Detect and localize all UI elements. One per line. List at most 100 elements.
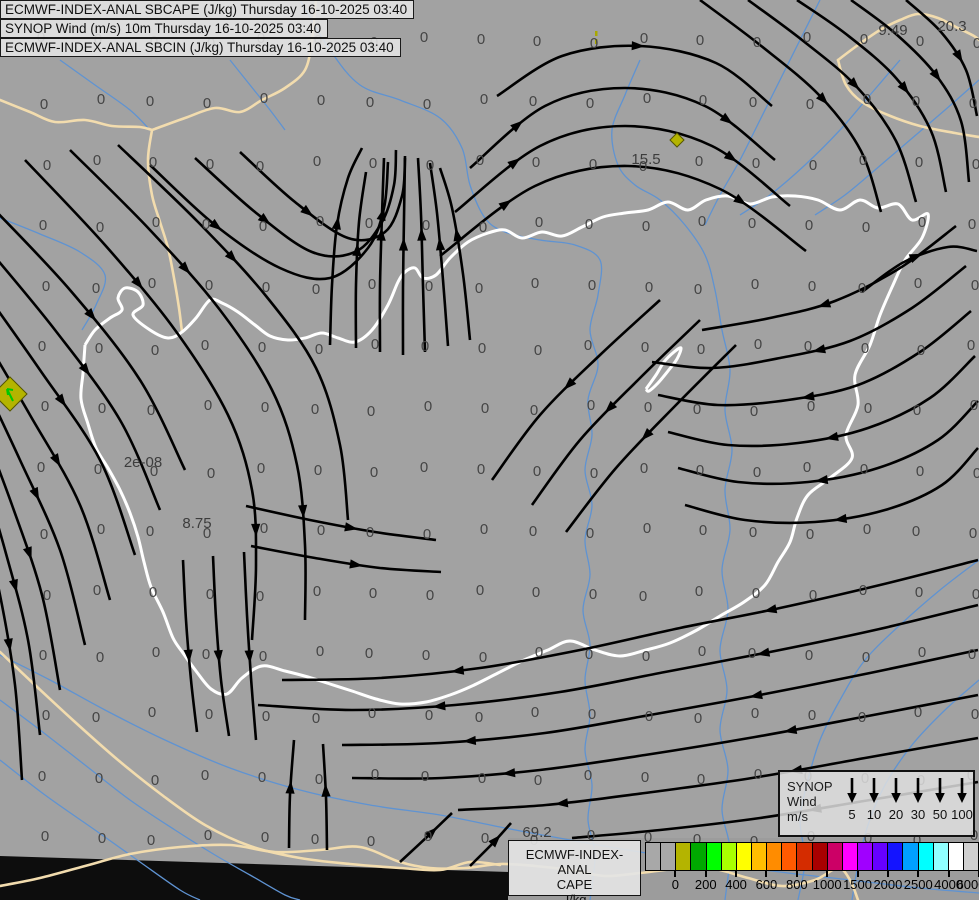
grid-zero-value: 0 [479,649,487,666]
grid-zero-value: 0 [969,95,977,112]
station-value: 2e-08 [124,454,162,471]
grid-zero-value: 0 [750,403,758,420]
synop-legend-title-line2: Wind [787,794,817,809]
synop-speed-value: 20 [888,807,904,822]
grid-zero-value: 0 [42,278,50,295]
grid-zero-value: 0 [590,465,598,482]
grid-zero-value: 0 [260,90,268,107]
grid-zero-value: 0 [748,645,756,662]
grid-zero-value: 0 [201,337,209,354]
grid-zero-value: 0 [697,771,705,788]
cape-tick-label: 6000 [956,877,979,892]
grid-zero-value: 0 [858,280,866,297]
grid-zero-value: 0 [529,93,537,110]
synop-speed-value: 30 [910,807,926,822]
grid-zero-value: 0 [475,280,483,297]
grid-zero-value: 0 [584,337,592,354]
grid-zero-value: 0 [915,154,923,171]
grid-zero-value: 0 [40,526,48,543]
cape-tick-label: 0 [671,877,679,892]
cape-color-cell [812,843,828,870]
grid-zero-value: 0 [37,459,45,476]
grid-zero-value: 0 [366,94,374,111]
grid-zero-value: 0 [809,157,817,174]
grid-zero-value: 0 [914,275,922,292]
grid-zero-value: 0 [971,277,979,294]
grid-zero-value: 0 [368,705,376,722]
grid-zero-value: 0 [534,342,542,359]
grid-zero-value: 0 [751,705,759,722]
grid-zero-value: 0 [914,704,922,721]
grid-zero-value: 0 [535,644,543,661]
synop-speed-item: 100 [951,776,973,835]
grid-zero-value: 0 [202,216,210,233]
grid-zero-value: 0 [584,767,592,784]
grid-zero-value: 0 [916,463,924,480]
grid-zero-value: 0 [95,340,103,357]
grid-zero-value: 0 [312,710,320,727]
grid-zero-value: 0 [695,583,703,600]
synop-speed-item: 50 [929,776,951,835]
grid-zero-value: 0 [480,521,488,538]
wind-down-arrow-icon [869,778,879,803]
grid-zero-value: 0 [969,525,977,542]
grid-zero-value: 0 [149,584,157,601]
grid-zero-value: 0 [38,338,46,355]
grid-zero-value: 0 [422,647,430,664]
station-value: 20.3 [937,18,966,35]
grid-zero-value: 0 [421,338,429,355]
grid-zero-value: 0 [972,586,979,603]
cape-legend-title-line2: CAPE [556,877,593,892]
grid-zero-value: 0 [261,829,269,846]
grid-zero-value: 0 [94,461,102,478]
grid-zero-value: 0 [809,587,817,604]
grid-zero-value: 0 [314,462,322,479]
grid-zero-value: 0 [475,709,483,726]
grid-zero-value: 0 [96,649,104,666]
grid-zero-value: 0 [858,709,866,726]
grid-zero-value: 0 [311,401,319,418]
grid-zero-value: 0 [694,710,702,727]
grid-zero-value: 0 [478,770,486,787]
grid-zero-value: 0 [586,95,594,112]
synop-wind-legend: SYNOP Wind m/s 5 10 20 30 50 100 [778,770,975,837]
synop-speed-value: 5 [848,807,856,822]
grid-zero-value: 0 [43,587,51,604]
grid-zero-value: 0 [39,647,47,664]
grid-zero-value: 0 [146,93,154,110]
cape-color-cell [706,843,722,870]
cape-color-cell [782,843,798,870]
grid-zero-value: 0 [967,337,975,354]
grid-zero-value: 0 [754,336,762,353]
grid-zero-value: 0 [152,214,160,231]
grid-zero-value: 0 [752,155,760,172]
grid-zero-value: 0 [859,582,867,599]
grid-zero-value: 0 [423,526,431,543]
grid-zero-value: 0 [259,648,267,665]
grid-zero-value: 0 [371,336,379,353]
grid-zero-value: 0 [968,646,976,663]
station-value: 15.5 [631,151,660,168]
cape-color-cell [873,843,889,870]
cape-color-cell [918,843,934,870]
grid-zero-value: 0 [862,219,870,236]
synop-legend-title-line3: m/s [787,809,808,824]
grid-zero-value: 0 [754,766,762,783]
grid-zero-value: 0 [256,158,264,175]
cape-color-cell [721,843,737,870]
grid-zero-value: 0 [752,585,760,602]
grid-zero-value: 0 [693,401,701,418]
grid-zero-value: 0 [645,279,653,296]
grid-zero-value: 0 [532,584,540,601]
synop-speed-item: 30 [907,776,929,835]
grid-zero-value: 0 [206,586,214,603]
grid-zero-value: 0 [585,216,593,233]
cape-tick-label: 600 [755,877,778,892]
grid-zero-value: 0 [803,29,811,46]
grid-zero-value: 0 [642,648,650,665]
grid-zero-value: 0 [313,583,321,600]
grid-zero-value: 0 [588,706,596,723]
synop-legend-title: SYNOP Wind m/s [780,772,841,835]
grid-zero-value: 0 [804,338,812,355]
header-line-sbcin: ECMWF-INDEX-ANAL SBCIN (J/kg) Thursday 1… [0,38,401,57]
